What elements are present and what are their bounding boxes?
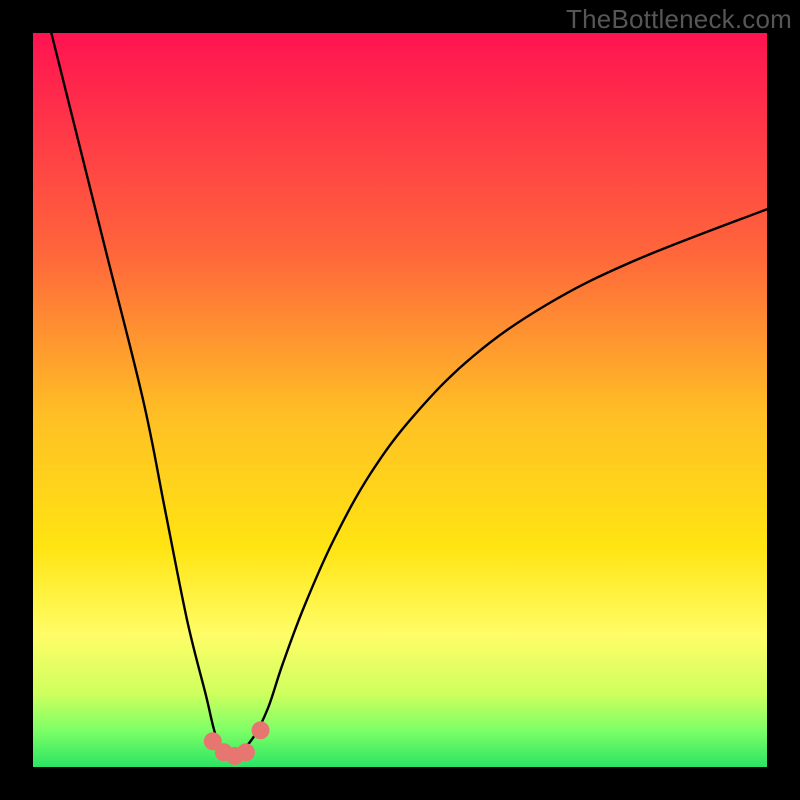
attribution-label: TheBottleneck.com [566, 4, 792, 35]
bottleneck-curve [33, 0, 767, 754]
basin-marker [252, 721, 270, 739]
plot-area [33, 33, 767, 767]
chart-frame: TheBottleneck.com [0, 0, 800, 800]
basin-marker [237, 743, 255, 761]
curve-layer [33, 33, 767, 767]
